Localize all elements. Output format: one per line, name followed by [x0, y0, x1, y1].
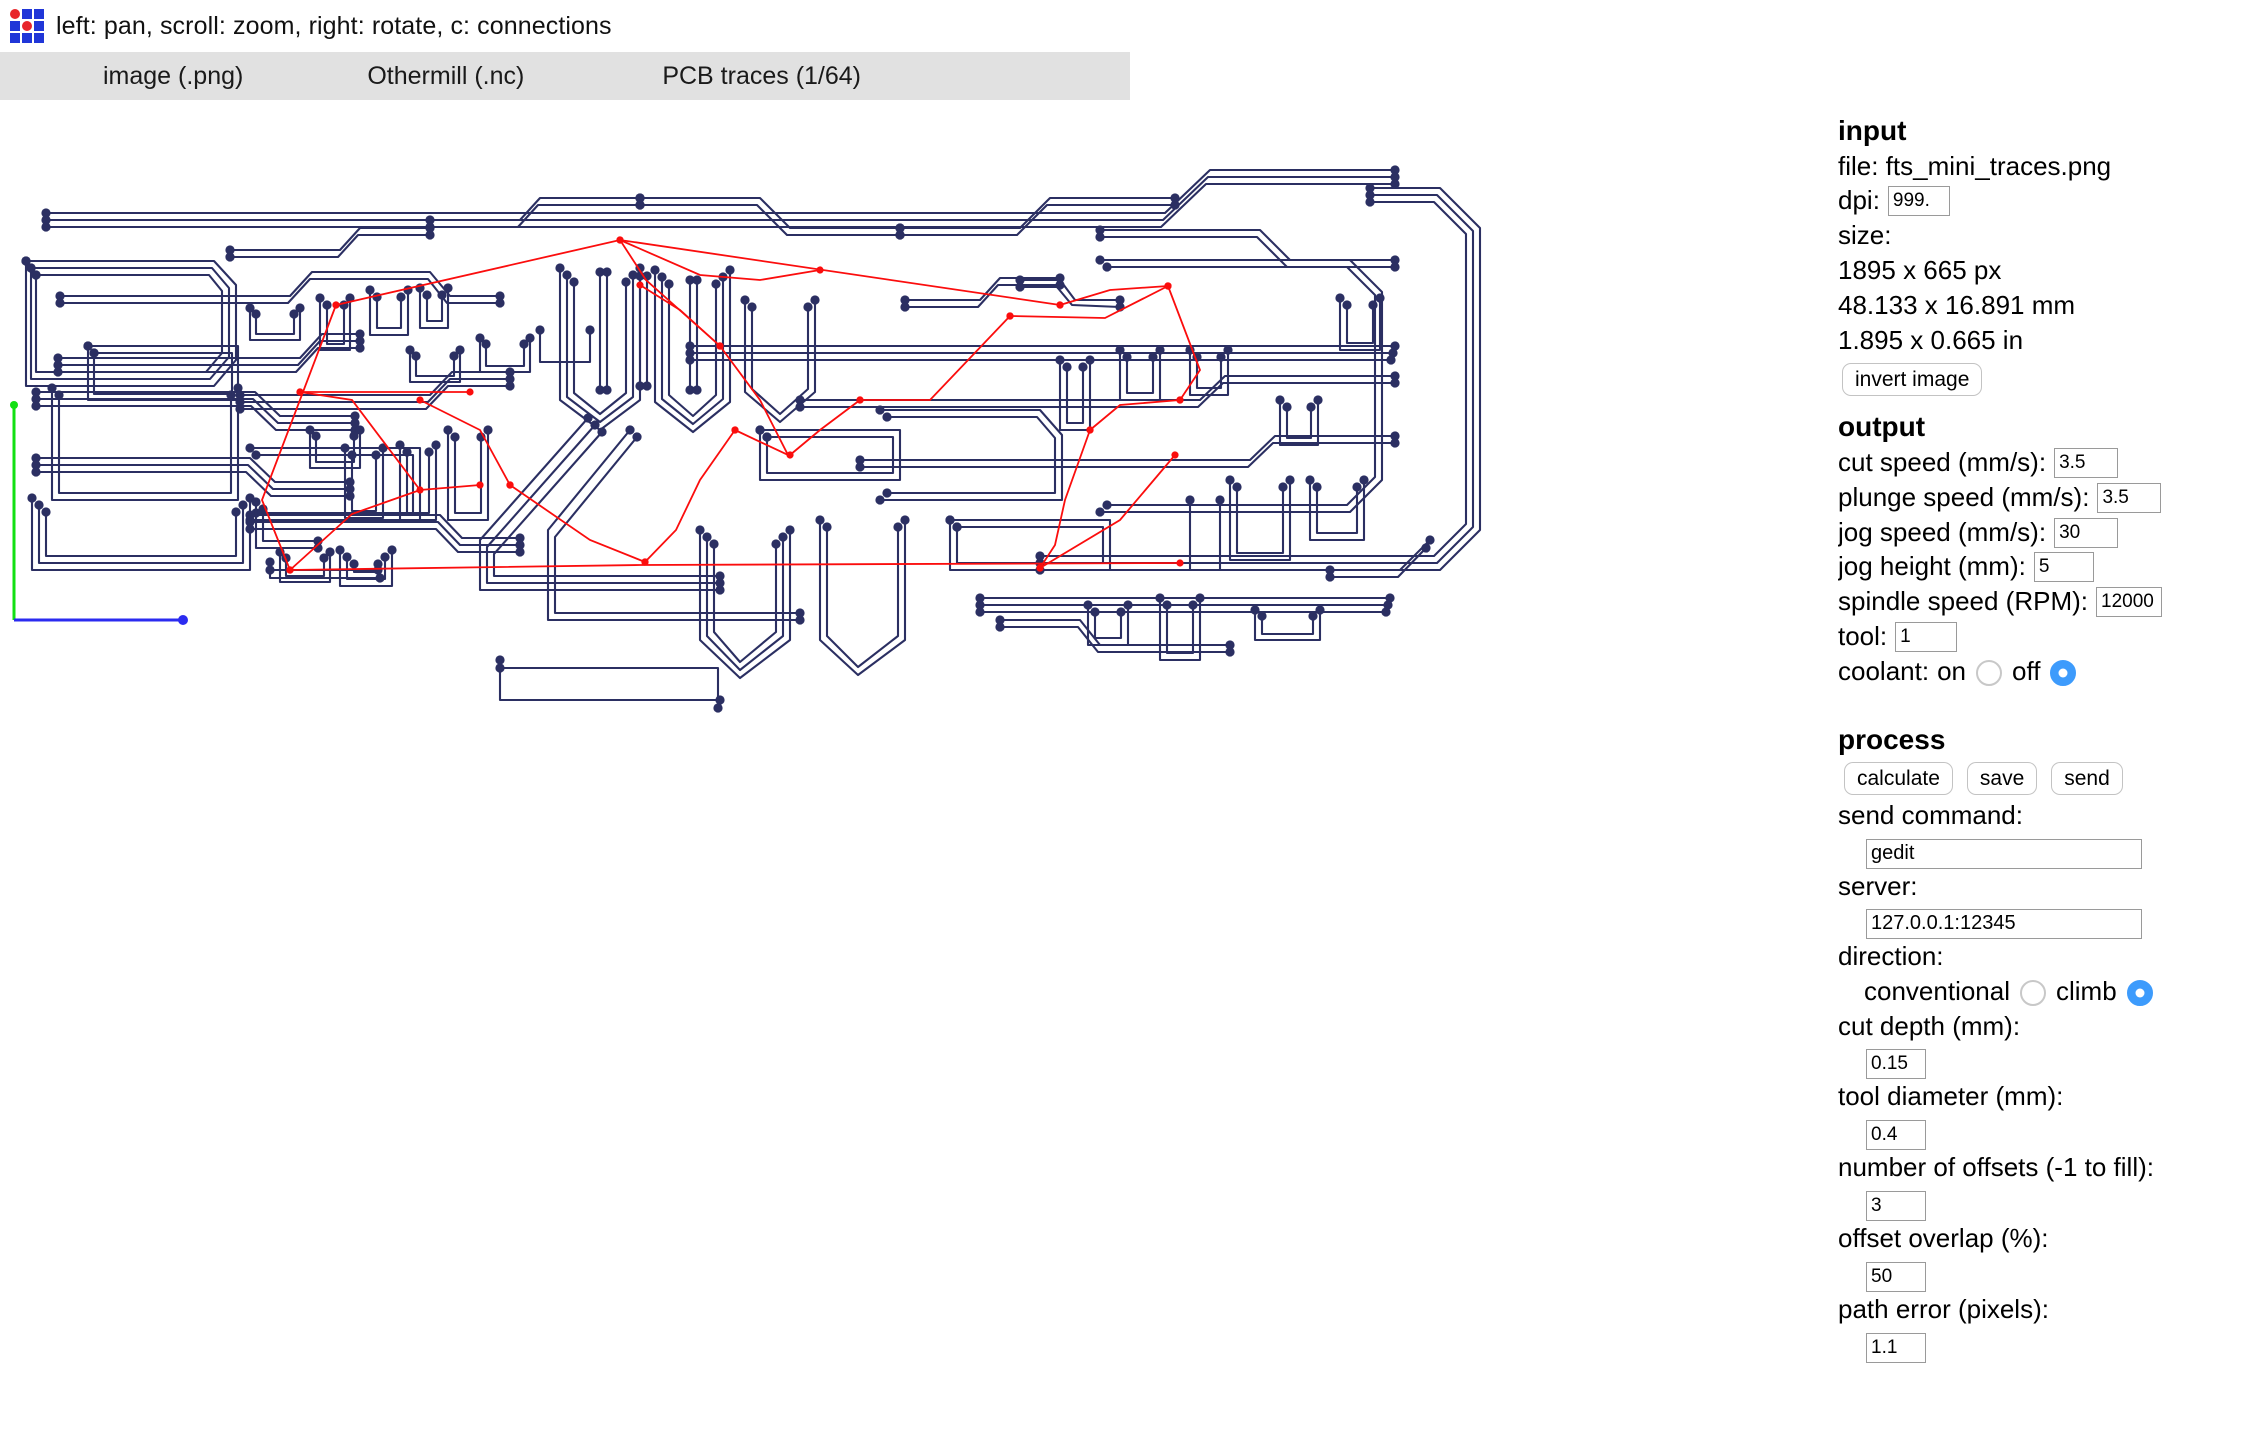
toolpath-group — [21, 165, 1482, 713]
cut-speed-label: cut speed (mm/s): — [1838, 447, 2047, 478]
spindle-speed-label: spindle speed (RPM): — [1838, 586, 2088, 617]
tool-diameter-input[interactable] — [1866, 1120, 1926, 1151]
path-error-input[interactable] — [1866, 1332, 1926, 1363]
send-button[interactable]: send — [2051, 762, 2123, 796]
plunge-speed-label: plunge speed (mm/s): — [1838, 481, 2090, 512]
input-file-label: file: fts_mini_traces.png — [1838, 150, 2112, 181]
direction-conventional-radio[interactable] — [2020, 979, 2046, 1006]
direction-climb-radio[interactable] — [2126, 979, 2153, 1006]
spindle-speed-row: spindle speed (RPM): — [1838, 585, 2268, 619]
number-of-offsets-label: number of offsets (-1 to fill): — [1838, 1152, 2154, 1183]
tab-othermill-nc[interactable]: Othermill (.nc) — [367, 62, 524, 91]
send-command-input[interactable] — [1866, 838, 2142, 869]
jog-height-input[interactable] — [2033, 552, 2094, 583]
offset-overlap-label: offset overlap (%): — [1838, 1222, 2049, 1253]
size-label: size: — [1838, 220, 1892, 251]
server-label: server: — [1838, 870, 1918, 901]
coolant-on-radio[interactable] — [1976, 659, 2002, 686]
plunge-speed-row: plunge speed (mm/s): — [1838, 481, 2268, 515]
viewport-hint-text: left: pan, scroll: zoom, right: rotate, … — [56, 11, 612, 40]
size-mm-value: 48.133 x 16.891 mm — [1838, 289, 2076, 320]
send-command-label: send command: — [1838, 800, 2023, 831]
direction-climb-label: climb — [2056, 975, 2117, 1006]
cut-speed-input[interactable] — [2054, 447, 2119, 478]
settings-panel: input file: fts_mini_traces.png dpi: siz… — [1838, 100, 2268, 1450]
coolant-off-label: off — [2012, 655, 2041, 686]
size-inches-value: 1.895 x 0.665 in — [1838, 324, 2024, 355]
save-button[interactable]: save — [1966, 762, 2038, 796]
jog-height-row: jog height (mm): — [1838, 550, 2268, 584]
tool-label: tool: — [1838, 621, 1888, 652]
process-section-title: process — [1838, 723, 1946, 755]
tab-pcb-traces[interactable]: PCB traces (1/64) — [662, 62, 861, 91]
top-bar: left: pan, scroll: zoom, right: rotate, … — [0, 0, 2268, 52]
jog-speed-input[interactable] — [2054, 517, 2119, 548]
plunge-speed-input[interactable] — [2097, 482, 2162, 513]
axis-indicator — [10, 401, 188, 625]
jog-speed-row: jog speed (mm/s): — [1838, 516, 2268, 550]
dpi-input[interactable] — [1887, 186, 1950, 217]
cut-speed-row: cut speed (mm/s): — [1838, 446, 2268, 480]
coolant-off-radio[interactable] — [2050, 659, 2077, 686]
spindle-speed-input[interactable] — [2096, 587, 2162, 618]
tab-image-png[interactable]: image (.png) — [103, 62, 243, 91]
cut-depth-input[interactable] — [1866, 1049, 1926, 1080]
tool-row: tool: — [1838, 620, 2268, 654]
direction-label: direction: — [1838, 940, 1944, 971]
dpi-label: dpi: — [1838, 185, 1880, 216]
number-of-offsets-input[interactable] — [1866, 1190, 1926, 1221]
path-error-label: path error (pixels): — [1838, 1293, 2049, 1324]
jog-height-label: jog height (mm): — [1838, 551, 2026, 582]
jog-speed-label: jog speed (mm/s): — [1838, 516, 2047, 547]
input-section-title: input — [1838, 115, 1907, 146]
offset-overlap-input[interactable] — [1866, 1261, 1926, 1292]
coolant-label: coolant: — [1838, 655, 1930, 686]
calculate-button[interactable]: calculate — [1844, 762, 1953, 796]
process-button-row: calculate save send — [1844, 762, 2268, 796]
direction-conventional-label: conventional — [1864, 975, 2010, 1006]
axis-y-arrow — [10, 401, 18, 409]
output-section-title: output — [1838, 411, 1926, 443]
toolpath-svg — [10, 165, 1482, 713]
module-tab-strip: image (.png) Othermill (.nc) PCB traces … — [0, 52, 1130, 100]
size-pixels-value: 1895 x 665 px — [1838, 254, 2002, 285]
tool-diameter-label: tool diameter (mm): — [1838, 1081, 2064, 1112]
invert-image-button[interactable]: invert image — [1842, 363, 1983, 397]
cut-depth-label: cut depth (mm): — [1838, 1010, 2021, 1041]
mods-logo-icon — [10, 9, 44, 43]
coolant-on-label: on — [1937, 655, 1966, 686]
dpi-row: dpi: — [1838, 184, 2268, 218]
direction-row: conventional climb — [1864, 975, 2268, 1009]
axis-x-arrow — [178, 615, 188, 625]
server-input[interactable] — [1866, 908, 2142, 939]
toolpath-viewport[interactable] — [0, 100, 1830, 1450]
tool-input[interactable] — [1895, 621, 1958, 652]
coolant-row: coolant: on off — [1838, 655, 2268, 689]
